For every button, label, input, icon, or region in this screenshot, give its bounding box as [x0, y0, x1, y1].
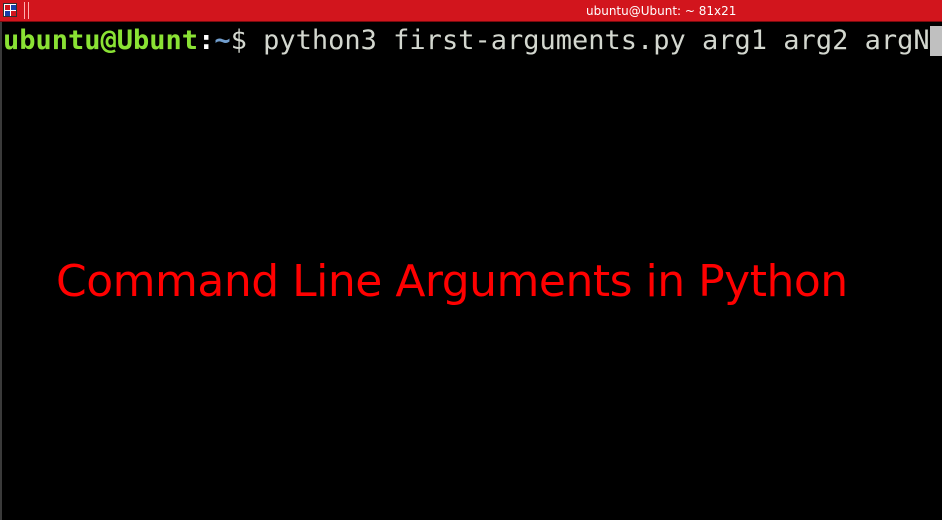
text-cursor	[929, 26, 942, 56]
prompt-colon: :	[198, 25, 215, 56]
titlebar-separator	[24, 2, 25, 19]
command-line: ubuntu@Ubunt:~$ python3 first-arguments.…	[3, 25, 942, 59]
window-border	[0, 22, 2, 520]
overlay-title: Command Line Arguments in Python	[56, 256, 848, 307]
window-titlebar[interactable]: ubuntu@Ubunt: ~ 81x21	[0, 0, 942, 22]
command-text: python3 first-arguments.py arg1 arg2 arg…	[246, 25, 930, 56]
window-title: ubuntu@Ubunt: ~ 81x21	[586, 4, 737, 18]
titlebar-separator	[28, 2, 29, 19]
terminal-app-icon[interactable]	[3, 3, 17, 17]
prompt-user-host: ubuntu@Ubunt	[3, 25, 199, 56]
prompt-symbol: $	[230, 25, 247, 56]
prompt-path: ~	[214, 25, 231, 56]
terminal-window[interactable]: ubuntu@Ubunt: ~ 81x21 ubuntu@Ubunt:~$ py…	[0, 0, 942, 520]
